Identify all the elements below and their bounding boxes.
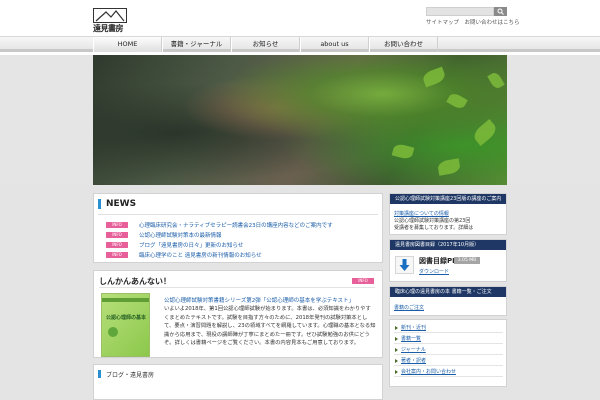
new-release-panel: しんかんあんない！ INFO 公認心理師の基本 公認心理師試験対策書籍シリーズ第…	[93, 270, 383, 358]
search-input[interactable]	[426, 7, 494, 16]
divider	[99, 287, 375, 288]
sidebar-menu-item[interactable]: 新刊・近刊	[394, 323, 503, 333]
news-link[interactable]: 心理臨床研究会・ナラティブセラピー読書会23日の講座内容などのご案内です	[139, 221, 333, 229]
news-panel: NEWS INFO 心理臨床研究会・ナラティブセラピー読書会23日の講座内容など…	[93, 193, 383, 263]
nav-news[interactable]: お知らせ	[231, 37, 300, 52]
book-band	[102, 298, 149, 302]
book-cover[interactable]: 公認心理師の基本	[101, 293, 150, 357]
search-icon	[497, 8, 504, 15]
news-link[interactable]: 公認心理師試験対策本の最新情報	[139, 231, 222, 239]
download-icon[interactable]	[395, 256, 414, 274]
sidebar-menu-label[interactable]: ジャーナル	[401, 346, 426, 353]
nav-contact[interactable]: お問い合わせ	[369, 37, 438, 52]
header-links[interactable]: サイトマップ お問い合わせはこちら	[426, 18, 520, 26]
sidebar-menu-label[interactable]: 著者・訳者	[401, 357, 426, 364]
sidebar-menu-label[interactable]: 新刊・近刊	[401, 324, 426, 331]
arrow-right-icon	[395, 359, 398, 363]
sidebar-menu: 新刊・近刊 書籍一覧 ジャーナル 著者・訳者 会社案内・お問い合わせ	[389, 319, 507, 387]
info-badge: INFO	[106, 242, 128, 248]
search-button[interactable]	[494, 7, 507, 16]
hero-image	[93, 55, 507, 185]
sidebar-menu-item[interactable]: 会社案内・お問い合わせ	[394, 367, 503, 377]
order-link[interactable]: 書籍のご注文	[394, 304, 424, 311]
sidebar-menu-label[interactable]: 書籍一覧	[401, 335, 421, 342]
site-logo[interactable]: 遠見書房	[93, 8, 127, 33]
arrow-right-icon	[395, 348, 398, 352]
sidebar-box-books: 臨床心理の遠見書房の本 書籍一覧・ご注文 書籍のご注文	[389, 286, 507, 316]
site-header: 遠見書房 サイトマップ お問い合わせはこちら	[0, 0, 600, 36]
exam-info-link[interactable]: 対策講座についての情報	[394, 210, 449, 217]
divider	[98, 214, 378, 215]
sidebar-text: 受講者を募集しております。詳細は	[394, 225, 474, 231]
info-badge: INFO	[106, 232, 128, 238]
sidebar-box-header: 遠見書房図書目録（2017年10月版）	[390, 240, 506, 250]
info-badge: INFO	[352, 278, 374, 284]
news-link[interactable]: ブログ「遠見書房の日々」更新のお知らせ	[139, 241, 243, 249]
news-link[interactable]: 臨床心理学のこと 遠見書房の新刊情報のお知らせ	[139, 251, 262, 259]
sidebar-text: 公認心理師試験対策講座の第23回	[394, 218, 471, 224]
sidebar-box-header: 公認心理師試験対策講座23回版の講座のご案内	[390, 194, 506, 204]
main-nav: HOME 書籍・ジャーナル お知らせ about us お問い合わせ	[0, 36, 600, 52]
download-link[interactable]: ダウンロード	[419, 268, 449, 275]
clover-icon	[108, 327, 118, 337]
sidebar-menu-item[interactable]: 著者・訳者	[394, 356, 503, 366]
new-release-heading: しんかんあんない！	[99, 277, 171, 286]
info-badge: INFO	[106, 252, 128, 258]
mountain-logo-icon	[93, 8, 127, 23]
arrow-right-icon	[395, 326, 398, 330]
arrow-right-icon	[395, 337, 398, 341]
sidebar-box-header: 臨床心理の遠見書房の本 書籍一覧・ご注文	[390, 287, 506, 297]
sidebar-box-exam: 公認心理師試験対策講座23回版の講座のご案内 対策講座についての情報 公認心理師…	[389, 193, 507, 235]
book-cover-title: 公認心理師の基本	[105, 315, 146, 321]
blog-heading: ブログ・遠見書房	[98, 370, 154, 379]
file-size-badge: 3.05 MB	[454, 257, 480, 264]
nav-about[interactable]: about us	[300, 37, 369, 52]
book-description: いよいよ2018年、第1回公認心理師試験が始まります。本書は、必須知識をわかりや…	[164, 306, 376, 346]
site-name: 遠見書房	[93, 24, 124, 33]
nav-home[interactable]: HOME	[93, 37, 162, 52]
sidebar-menu-item[interactable]: 書籍一覧	[394, 334, 503, 344]
nav-books[interactable]: 書籍・ジャーナル	[162, 37, 231, 52]
book-link[interactable]: 公認心理師試験対策書籍シリーズ第2弾「公認心理師の基本を学ぶテキスト」	[164, 296, 354, 304]
blog-panel: ブログ・遠見書房	[93, 364, 383, 400]
sidebar-menu-item[interactable]: ジャーナル	[394, 345, 503, 355]
arrow-right-icon	[395, 370, 398, 374]
sidebar-menu-label[interactable]: 会社案内・お問い合わせ	[401, 368, 456, 375]
news-heading: NEWS	[98, 199, 136, 209]
info-badge: INFO	[106, 222, 128, 228]
sidebar-box-catalog: 遠見書房図書目録（2017年10月版） 図書目録PDF 3.05 MB ダウンロ…	[389, 239, 507, 282]
